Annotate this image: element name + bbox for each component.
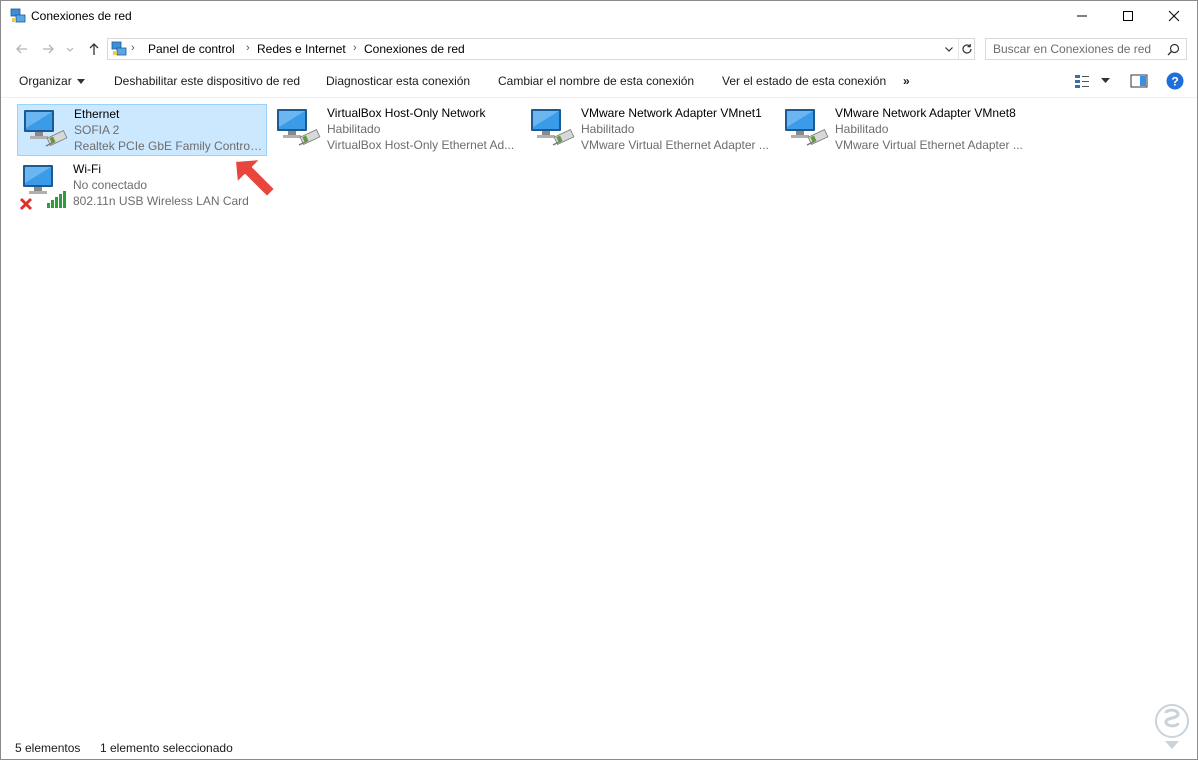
status-bar: 5 elementos 1 elemento seleccionado xyxy=(1,739,1197,759)
connection-name: VMware Network Adapter VMnet8 xyxy=(835,106,1016,120)
window-title: Conexiones de red xyxy=(31,9,132,23)
network-connections-icon xyxy=(111,41,127,56)
minimize-icon xyxy=(1077,15,1087,17)
chevron-down-icon xyxy=(76,79,85,85)
explorer-window: Conexiones de red › Panel de control › R… xyxy=(0,0,1198,760)
connection-item[interactable]: VirtualBox Host-Only Network Habilitado … xyxy=(271,104,521,156)
maximize-icon xyxy=(1123,11,1133,21)
help-icon[interactable]: ? xyxy=(1166,72,1184,90)
recent-locations-button[interactable] xyxy=(63,39,77,59)
item-count: 5 elementos xyxy=(15,741,81,755)
ethernet-adapter-icon xyxy=(531,109,575,146)
svg-text:?: ? xyxy=(1171,75,1178,89)
connection-status: Habilitado xyxy=(835,122,889,136)
back-arrow-icon xyxy=(16,44,27,54)
view-options-chevron-icon[interactable] xyxy=(1101,78,1110,84)
close-icon xyxy=(1168,10,1180,22)
title-bar[interactable]: Conexiones de red xyxy=(1,1,1197,31)
connection-item[interactable]: Ethernet SOFIA 2 Realtek PCIe GbE Family… xyxy=(17,104,267,156)
refresh-button[interactable] xyxy=(958,39,975,59)
connection-item[interactable]: VMware Network Adapter VMnet8 Habilitado… xyxy=(779,104,1029,156)
breadcrumb-separator: › xyxy=(246,42,250,54)
address-history-button[interactable] xyxy=(940,39,958,59)
search-placeholder: Buscar en Conexiones de red xyxy=(993,42,1152,56)
organize-label: Organizar xyxy=(19,74,72,88)
breadcrumb-separator: › xyxy=(353,42,357,54)
breadcrumb-separator: › xyxy=(131,42,135,54)
connection-info: VirtualBox Host-Only Network Habilitado … xyxy=(327,105,517,153)
selection-count: 1 elemento seleccionado xyxy=(100,741,233,755)
connection-device: VirtualBox Host-Only Ethernet Ad... xyxy=(327,138,515,152)
watermark-logo-icon xyxy=(1155,704,1189,749)
chevron-down-icon xyxy=(66,47,74,52)
refresh-icon xyxy=(962,44,972,54)
connection-item[interactable]: VMware Network Adapter VMnet1 Habilitado… xyxy=(525,104,775,156)
ethernet-adapter-icon xyxy=(785,109,829,146)
connection-item[interactable]: Wi-Fi No conectado 802.11n USB Wireless … xyxy=(17,160,267,212)
close-button[interactable] xyxy=(1151,1,1197,31)
rename-connection-button[interactable]: Cambiar el nombre de esta conexión xyxy=(498,74,694,88)
up-arrow-icon xyxy=(89,43,99,55)
organize-menu[interactable]: Organizar xyxy=(19,74,85,88)
breadcrumb-network-internet[interactable]: Redes e Internet xyxy=(257,42,346,56)
more-commands-button[interactable]: » xyxy=(903,74,910,88)
change-view-icon[interactable] xyxy=(1074,73,1090,89)
connection-info: VMware Network Adapter VMnet1 Habilitado… xyxy=(581,105,771,153)
connection-device: Realtek PCIe GbE Family Controller xyxy=(74,139,264,153)
preview-pane-icon[interactable] xyxy=(1130,73,1148,89)
view-status-button[interactable]: Ver el estado de esta conexión xyxy=(722,74,886,88)
minimize-button[interactable] xyxy=(1059,1,1105,31)
network-connections-icon xyxy=(10,8,26,23)
connection-info: Ethernet SOFIA 2 Realtek PCIe GbE Family… xyxy=(74,106,264,154)
connection-status: SOFIA 2 xyxy=(74,123,120,137)
breadcrumb-network-connections[interactable]: Conexiones de red xyxy=(364,42,465,56)
forward-arrow-icon xyxy=(43,44,54,54)
forward-button[interactable] xyxy=(38,39,58,59)
connection-name: VirtualBox Host-Only Network xyxy=(327,106,486,120)
connection-name: Ethernet xyxy=(74,107,120,121)
ethernet-adapter-icon xyxy=(277,109,321,146)
diagnose-connection-button[interactable]: Diagnosticar esta conexión xyxy=(326,74,470,88)
pointer-arrow-icon xyxy=(234,158,276,198)
search-icon xyxy=(1167,43,1180,56)
chevron-down-icon xyxy=(945,47,953,52)
search-input[interactable]: Buscar en Conexiones de red xyxy=(985,38,1187,60)
up-button[interactable] xyxy=(84,39,104,59)
maximize-button[interactable] xyxy=(1105,1,1151,31)
disable-device-button[interactable]: Deshabilitar este dispositivo de red xyxy=(114,74,300,88)
connection-device: VMware Virtual Ethernet Adapter ... xyxy=(581,138,769,152)
command-bar: Organizar Deshabilitar este dispositivo … xyxy=(1,65,1197,98)
connection-status: Habilitado xyxy=(327,122,381,136)
address-bar[interactable]: › Panel de control › Redes e Internet › … xyxy=(107,38,975,60)
connection-status: Habilitado xyxy=(581,122,635,136)
wifi-disconnected-icon xyxy=(19,165,66,211)
back-button[interactable] xyxy=(12,39,32,59)
breadcrumb-control-panel[interactable]: Panel de control xyxy=(148,42,235,56)
connection-device: VMware Virtual Ethernet Adapter ... xyxy=(835,138,1023,152)
connection-info: VMware Network Adapter VMnet8 Habilitado… xyxy=(835,105,1025,153)
ethernet-adapter-icon xyxy=(24,110,68,147)
connection-name: VMware Network Adapter VMnet1 xyxy=(581,106,762,120)
